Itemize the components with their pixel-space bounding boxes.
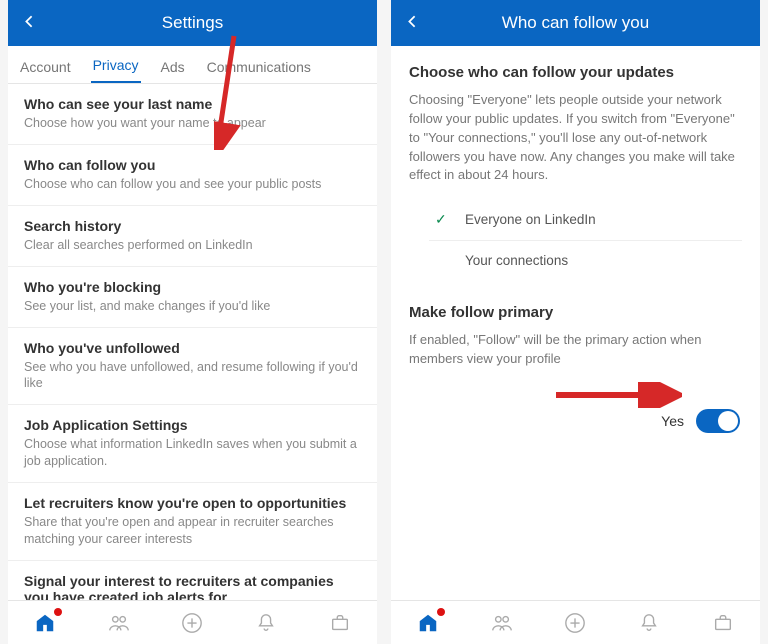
- settings-tabs: Account Privacy Ads Communications: [8, 46, 377, 84]
- item-title: Who you've unfollowed: [24, 340, 361, 356]
- item-who-can-follow[interactable]: Who can follow you Choose who can follow…: [8, 145, 377, 206]
- tab-communications[interactable]: Communications: [205, 51, 313, 83]
- notification-badge-icon: [437, 608, 445, 616]
- nav-jobs[interactable]: [329, 612, 351, 634]
- settings-screen: Settings Account Privacy Ads Communicati…: [8, 0, 377, 644]
- nav-notifications[interactable]: [255, 612, 277, 634]
- item-desc: Choose how you want your name to appear: [24, 115, 361, 132]
- item-desc: Clear all searches performed on LinkedIn: [24, 237, 361, 254]
- section-heading: Choose who can follow your updates: [409, 64, 742, 81]
- bottom-nav: [8, 600, 377, 644]
- header-bar: Settings: [8, 0, 377, 46]
- section-heading: Make follow primary: [409, 304, 742, 321]
- option-label: Everyone on LinkedIn: [465, 212, 596, 227]
- nav-network[interactable]: [108, 612, 130, 634]
- page-title: Settings: [162, 13, 223, 33]
- notification-badge-icon: [54, 608, 62, 616]
- item-title: Job Application Settings: [24, 417, 361, 433]
- back-icon[interactable]: [405, 13, 419, 34]
- follow-primary-toggle[interactable]: [696, 409, 740, 433]
- section-follow-primary: Make follow primary If enabled, "Follow"…: [391, 286, 760, 389]
- item-title: Who can see your last name: [24, 96, 361, 112]
- nav-post[interactable]: [181, 612, 203, 634]
- section-follow-updates: Choose who can follow your updates Choos…: [391, 46, 760, 286]
- nav-jobs[interactable]: [712, 612, 734, 634]
- back-icon[interactable]: [22, 13, 36, 34]
- item-desc: See your list, and make changes if you'd…: [24, 298, 361, 315]
- tab-account[interactable]: Account: [18, 51, 73, 83]
- nav-network[interactable]: [491, 612, 513, 634]
- nav-post[interactable]: [564, 612, 586, 634]
- item-search-history[interactable]: Search history Clear all searches perfor…: [8, 206, 377, 267]
- tab-ads[interactable]: Ads: [159, 51, 187, 83]
- bottom-nav: [391, 600, 760, 644]
- item-blocking[interactable]: Who you're blocking See your list, and m…: [8, 267, 377, 328]
- toggle-label: Yes: [661, 413, 684, 429]
- follow-settings-screen: Who can follow you Choose who can follow…: [391, 0, 760, 644]
- tab-privacy[interactable]: Privacy: [91, 49, 141, 83]
- item-desc: Choose what information LinkedIn saves w…: [24, 436, 361, 470]
- item-desc: Share that you're open and appear in rec…: [24, 514, 361, 548]
- page-title: Who can follow you: [502, 13, 649, 33]
- option-connections[interactable]: Your connections: [429, 241, 742, 280]
- header-bar: Who can follow you: [391, 0, 760, 46]
- nav-home[interactable]: [417, 612, 439, 634]
- section-body: If enabled, "Follow" will be the primary…: [409, 331, 742, 369]
- item-desc: See who you have unfollowed, and resume …: [24, 359, 361, 393]
- item-recruiters-open[interactable]: Let recruiters know you're open to oppor…: [8, 483, 377, 561]
- nav-notifications[interactable]: [638, 612, 660, 634]
- section-body: Choosing "Everyone" lets people outside …: [409, 91, 742, 185]
- option-label: Your connections: [465, 253, 568, 268]
- settings-list: Who can see your last name Choose how yo…: [8, 84, 377, 600]
- item-desc: Choose who can follow you and see your p…: [24, 176, 361, 193]
- item-title: Who you're blocking: [24, 279, 361, 295]
- item-title: Who can follow you: [24, 157, 361, 173]
- item-signal-interest[interactable]: Signal your interest to recruiters at co…: [8, 561, 377, 600]
- item-job-application[interactable]: Job Application Settings Choose what inf…: [8, 405, 377, 483]
- toggle-row: Yes: [391, 389, 760, 453]
- option-everyone[interactable]: ✓ Everyone on LinkedIn: [429, 199, 742, 241]
- item-title: Let recruiters know you're open to oppor…: [24, 495, 361, 511]
- item-title: Search history: [24, 218, 361, 234]
- item-title: Signal your interest to recruiters at co…: [24, 573, 361, 600]
- item-last-name[interactable]: Who can see your last name Choose how yo…: [8, 84, 377, 145]
- nav-home[interactable]: [34, 612, 56, 634]
- item-unfollowed[interactable]: Who you've unfollowed See who you have u…: [8, 328, 377, 406]
- check-icon: ✓: [435, 211, 451, 228]
